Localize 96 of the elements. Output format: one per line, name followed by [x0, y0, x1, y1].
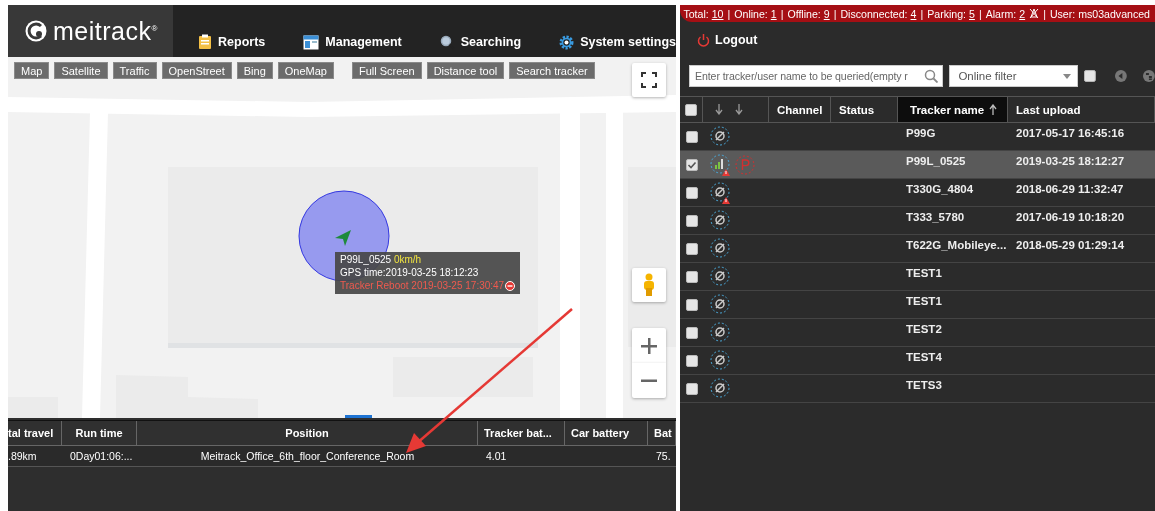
separator: | — [1043, 7, 1046, 20]
person-icon — [642, 273, 656, 297]
brand-logo: meitrack$^{®}$ — [53, 16, 158, 46]
tracker-name: TEST1 — [905, 294, 943, 307]
window-icon — [303, 34, 320, 50]
status-count[interactable]: Online: 1 — [734, 7, 777, 20]
separator: | — [978, 7, 982, 20]
sort-up-icon — [989, 104, 998, 115]
zoom-in-button[interactable] — [632, 328, 666, 363]
status-count[interactable]: Alarm: 2 — [985, 7, 1026, 20]
alarm-muted-icon — [1029, 8, 1040, 19]
tracker-name: T333_5780 — [905, 210, 966, 223]
map-tool-button[interactable]: Distance tool — [426, 62, 505, 79]
status-count[interactable]: Offline: 9 — [787, 7, 830, 20]
row-checkbox[interactable] — [685, 298, 698, 311]
separator: | — [780, 7, 784, 20]
tracker-name: TETS3 — [905, 378, 943, 391]
sort-arrow-icon — [735, 104, 743, 115]
gps-time: GPS time:2019-03-25 18:12:23 — [340, 266, 480, 279]
tracker-name: TEST4 — [905, 350, 943, 363]
power-icon — [697, 32, 710, 47]
separator: | — [920, 7, 924, 20]
nav-item[interactable]: Management — [303, 33, 402, 51]
logout-button[interactable]: Logout — [697, 32, 758, 47]
map-tool-button[interactable]: Search tracker — [509, 62, 595, 79]
column-header[interactable]: tal travel — [8, 421, 62, 445]
last-upload-time: 2017-05-17 16:45:16 — [1015, 126, 1126, 139]
popup-title: P99L_0525 0km/h — [340, 253, 423, 266]
tracker-name: T622G_Mobileye... — [905, 238, 1008, 251]
fullscreen-icon — [641, 72, 657, 88]
map-layer-button[interactable]: Satellite — [54, 62, 108, 79]
tracker-name: TEST1 — [905, 266, 943, 279]
row-checkbox[interactable] — [685, 382, 698, 395]
table-cell-text: Meitrack_Office_6th_floor_Conference_Room — [199, 449, 416, 464]
column-header[interactable]: Car battery — [565, 421, 648, 445]
nav-item[interactable]: Reports — [198, 33, 266, 51]
table-cell-text: 0Day01:06:... — [69, 449, 134, 464]
last-upload-time: 2019-03-25 18:12:27 — [1015, 154, 1126, 167]
map-tool-button[interactable]: Full Screen — [352, 62, 422, 79]
selected-row-highlight[interactable]: P99L_0525 2019-03-25 18:12:27 — [680, 151, 1155, 179]
map-layer-button[interactable]: Bing — [236, 62, 273, 79]
tree-icon[interactable] — [1143, 70, 1155, 82]
separator: | — [727, 7, 731, 20]
logo-icon — [25, 20, 47, 42]
collapse-handle[interactable] — [345, 415, 372, 418]
row-checkbox[interactable] — [685, 242, 698, 255]
row-checkbox[interactable] — [685, 214, 698, 227]
caret-icon — [1062, 73, 1071, 79]
alarm-dot-icon — [505, 280, 516, 291]
map-layer-button[interactable]: Traffic — [112, 62, 157, 79]
zoom-out-button[interactable] — [632, 363, 666, 398]
row-checkbox[interactable] — [685, 158, 698, 171]
row-checkbox[interactable] — [685, 130, 698, 143]
status-count[interactable]: Disconnected: 4 — [840, 7, 917, 20]
user-label: User: ms03advanced — [1049, 7, 1150, 20]
table-cell-text: 75. — [655, 449, 672, 464]
minus-icon — [641, 378, 657, 383]
nav-item[interactable]: System settings — [559, 33, 676, 51]
back-icon[interactable] — [1115, 70, 1128, 82]
row-checkbox[interactable] — [685, 326, 698, 339]
tracker-name: P99G — [905, 126, 937, 139]
status-count[interactable]: Parking: 5 — [927, 7, 975, 20]
fullscreen-button[interactable] — [632, 63, 666, 97]
online-filter-dropdown[interactable]: Online filter — [949, 65, 1078, 87]
column-header[interactable]: Channel — [769, 97, 831, 122]
alarm-message: Tracker Reboot 2019-03-25 17:30:47 — [340, 279, 505, 292]
filter-checkbox[interactable] — [1083, 70, 1096, 82]
column-header[interactable]: Tracker name — [898, 97, 1008, 122]
row-checkbox[interactable] — [685, 354, 698, 367]
column-header[interactable]: Tracker bat... — [478, 421, 565, 445]
select-all-checkbox[interactable] — [685, 103, 697, 116]
status-count[interactable]: Total: 10 — [683, 7, 724, 20]
column-header[interactable]: Last upload — [1008, 97, 1155, 122]
last-upload-time: 2018-05-29 01:29:14 — [1015, 238, 1126, 251]
map-layer-button[interactable]: OpenStreet — [161, 62, 232, 79]
tracker-name: P99L_0525 — [905, 154, 967, 167]
tracker-name: T330G_4804 — [905, 182, 975, 195]
column-header[interactable]: Run time — [62, 421, 137, 445]
settings-icon — [559, 34, 575, 50]
column-header[interactable]: Bat — [648, 421, 676, 445]
map-layer-button[interactable]: Map — [14, 62, 50, 79]
table-cell-text: .89km — [8, 449, 38, 464]
map-layer-button[interactable]: OneMap — [277, 62, 334, 79]
table-cell-text: 4.01 — [485, 449, 508, 464]
search-field[interactable]: Enter tracker/user name to be queried(empty r — [689, 65, 944, 87]
vehicle-marker-icon — [334, 229, 352, 247]
sort-arrow-icon — [715, 104, 723, 115]
separator: | — [833, 7, 837, 20]
nav-item[interactable]: Searching — [439, 33, 522, 51]
row-checkbox[interactable] — [685, 270, 698, 283]
tracker-name: TEST2 — [905, 322, 943, 335]
last-upload-time: 2018-06-29 11:32:47 — [1015, 182, 1125, 195]
last-upload-time: 2017-06-19 10:18:20 — [1015, 210, 1126, 223]
plus-icon — [641, 337, 657, 354]
row-checkbox[interactable] — [685, 186, 698, 199]
clipboard-icon — [198, 34, 213, 50]
